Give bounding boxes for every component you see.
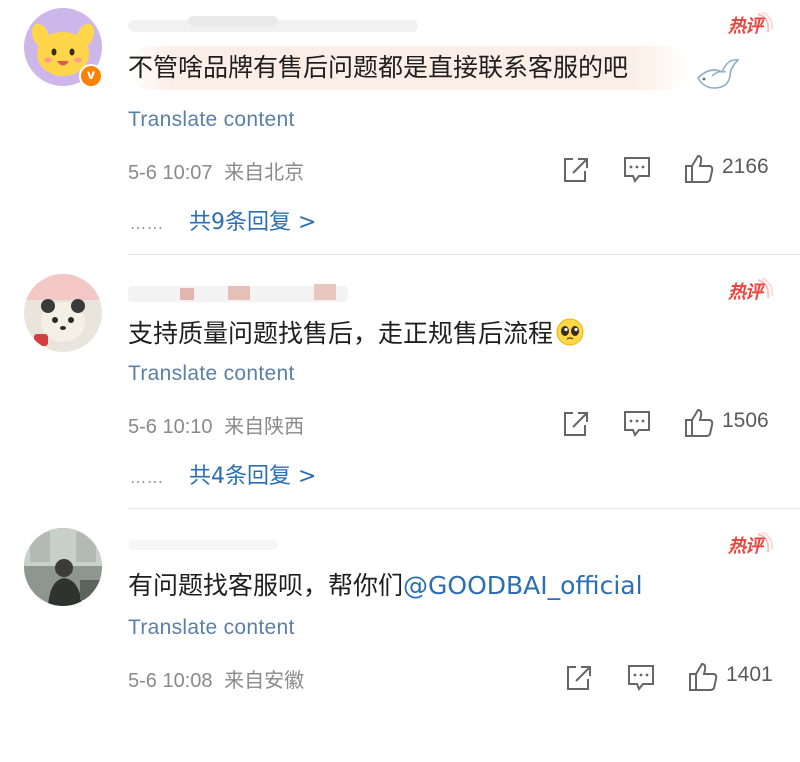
comment-item: 热评 支持质量问题找售后，走正规售后流程 Translate content 5… [0, 254, 800, 509]
comment-location: 来自安徽 [224, 670, 305, 692]
view-replies-link[interactable]: …… 共9条回复 > [130, 204, 316, 236]
hot-comment-badge: 热评 [728, 276, 776, 306]
hot-comment-badge: 热评 [728, 530, 776, 560]
comment-button[interactable] [622, 152, 652, 186]
comment-time: 5-6 10:08 [128, 670, 213, 692]
replies-dots: …… [130, 214, 164, 233]
username-blurred[interactable] [128, 530, 428, 556]
comment-item: v 热评 不管啥品牌有售后问题都是直接联系客服的吧 Translate cont… [0, 0, 800, 255]
avatar[interactable] [24, 528, 102, 606]
comment-time: 5-6 10:07 [128, 162, 213, 184]
replies-label: 共9条回复 > [189, 210, 317, 235]
translate-link[interactable]: Translate content [128, 362, 295, 386]
comment-text-body: 支持质量问题找售后，走正规售后流程 [128, 319, 554, 348]
comment-location: 来自北京 [224, 162, 305, 184]
translate-link[interactable]: Translate content [128, 616, 295, 640]
share-icon [564, 158, 588, 182]
like-button[interactable] [683, 152, 715, 186]
pleading-face-emoji [556, 318, 584, 346]
comment-icon [628, 665, 654, 691]
username-blurred[interactable] [128, 10, 428, 36]
comment-location: 来自陕西 [224, 416, 305, 438]
comment-button[interactable] [622, 406, 652, 440]
share-icon [567, 666, 591, 690]
comment-icon [624, 411, 650, 437]
like-count: 1401 [726, 663, 773, 686]
comment-time: 5-6 10:10 [128, 416, 213, 438]
mention-link[interactable]: @GOODBAI_official [403, 571, 643, 600]
comment-text: 有问题找客服呗，帮你们@GOODBAI_official [128, 564, 643, 608]
share-button[interactable] [564, 660, 592, 694]
share-icon [564, 412, 588, 436]
comment-icon [624, 157, 650, 183]
replies-dots: …… [130, 468, 164, 487]
comment-text-body: 有问题找客服呗，帮你们 [128, 571, 404, 600]
like-icon [685, 154, 714, 183]
like-count: 2166 [722, 155, 769, 178]
like-icon [685, 408, 714, 437]
comment-meta: 5-6 10:07 来自北京 [128, 156, 304, 185]
avatar[interactable] [24, 274, 102, 352]
comment-text: 支持质量问题找售后，走正规售后流程 [128, 312, 585, 356]
comment-item: 热评 有问题找客服呗，帮你们@GOODBAI_official Translat… [0, 508, 800, 762]
share-button[interactable] [561, 152, 589, 186]
hot-comment-badge: 热评 [728, 10, 776, 40]
like-button[interactable] [683, 406, 715, 440]
comment-button[interactable] [626, 660, 656, 694]
translate-link[interactable]: Translate content [128, 108, 295, 132]
comment-text: 不管啥品牌有售后问题都是直接联系客服的吧 [128, 46, 689, 90]
like-button[interactable] [687, 660, 719, 694]
like-icon [689, 662, 718, 691]
comment-meta: 5-6 10:08 来自安徽 [128, 664, 304, 693]
dove-icon [694, 52, 740, 96]
verified-badge-icon: v [79, 64, 103, 88]
comment-meta: 5-6 10:10 来自陕西 [128, 410, 304, 439]
replies-label: 共4条回复 > [189, 464, 317, 489]
share-button[interactable] [561, 406, 589, 440]
username-blurred[interactable] [128, 280, 428, 306]
like-count: 1506 [722, 409, 769, 432]
view-replies-link[interactable]: …… 共4条回复 > [130, 458, 316, 490]
